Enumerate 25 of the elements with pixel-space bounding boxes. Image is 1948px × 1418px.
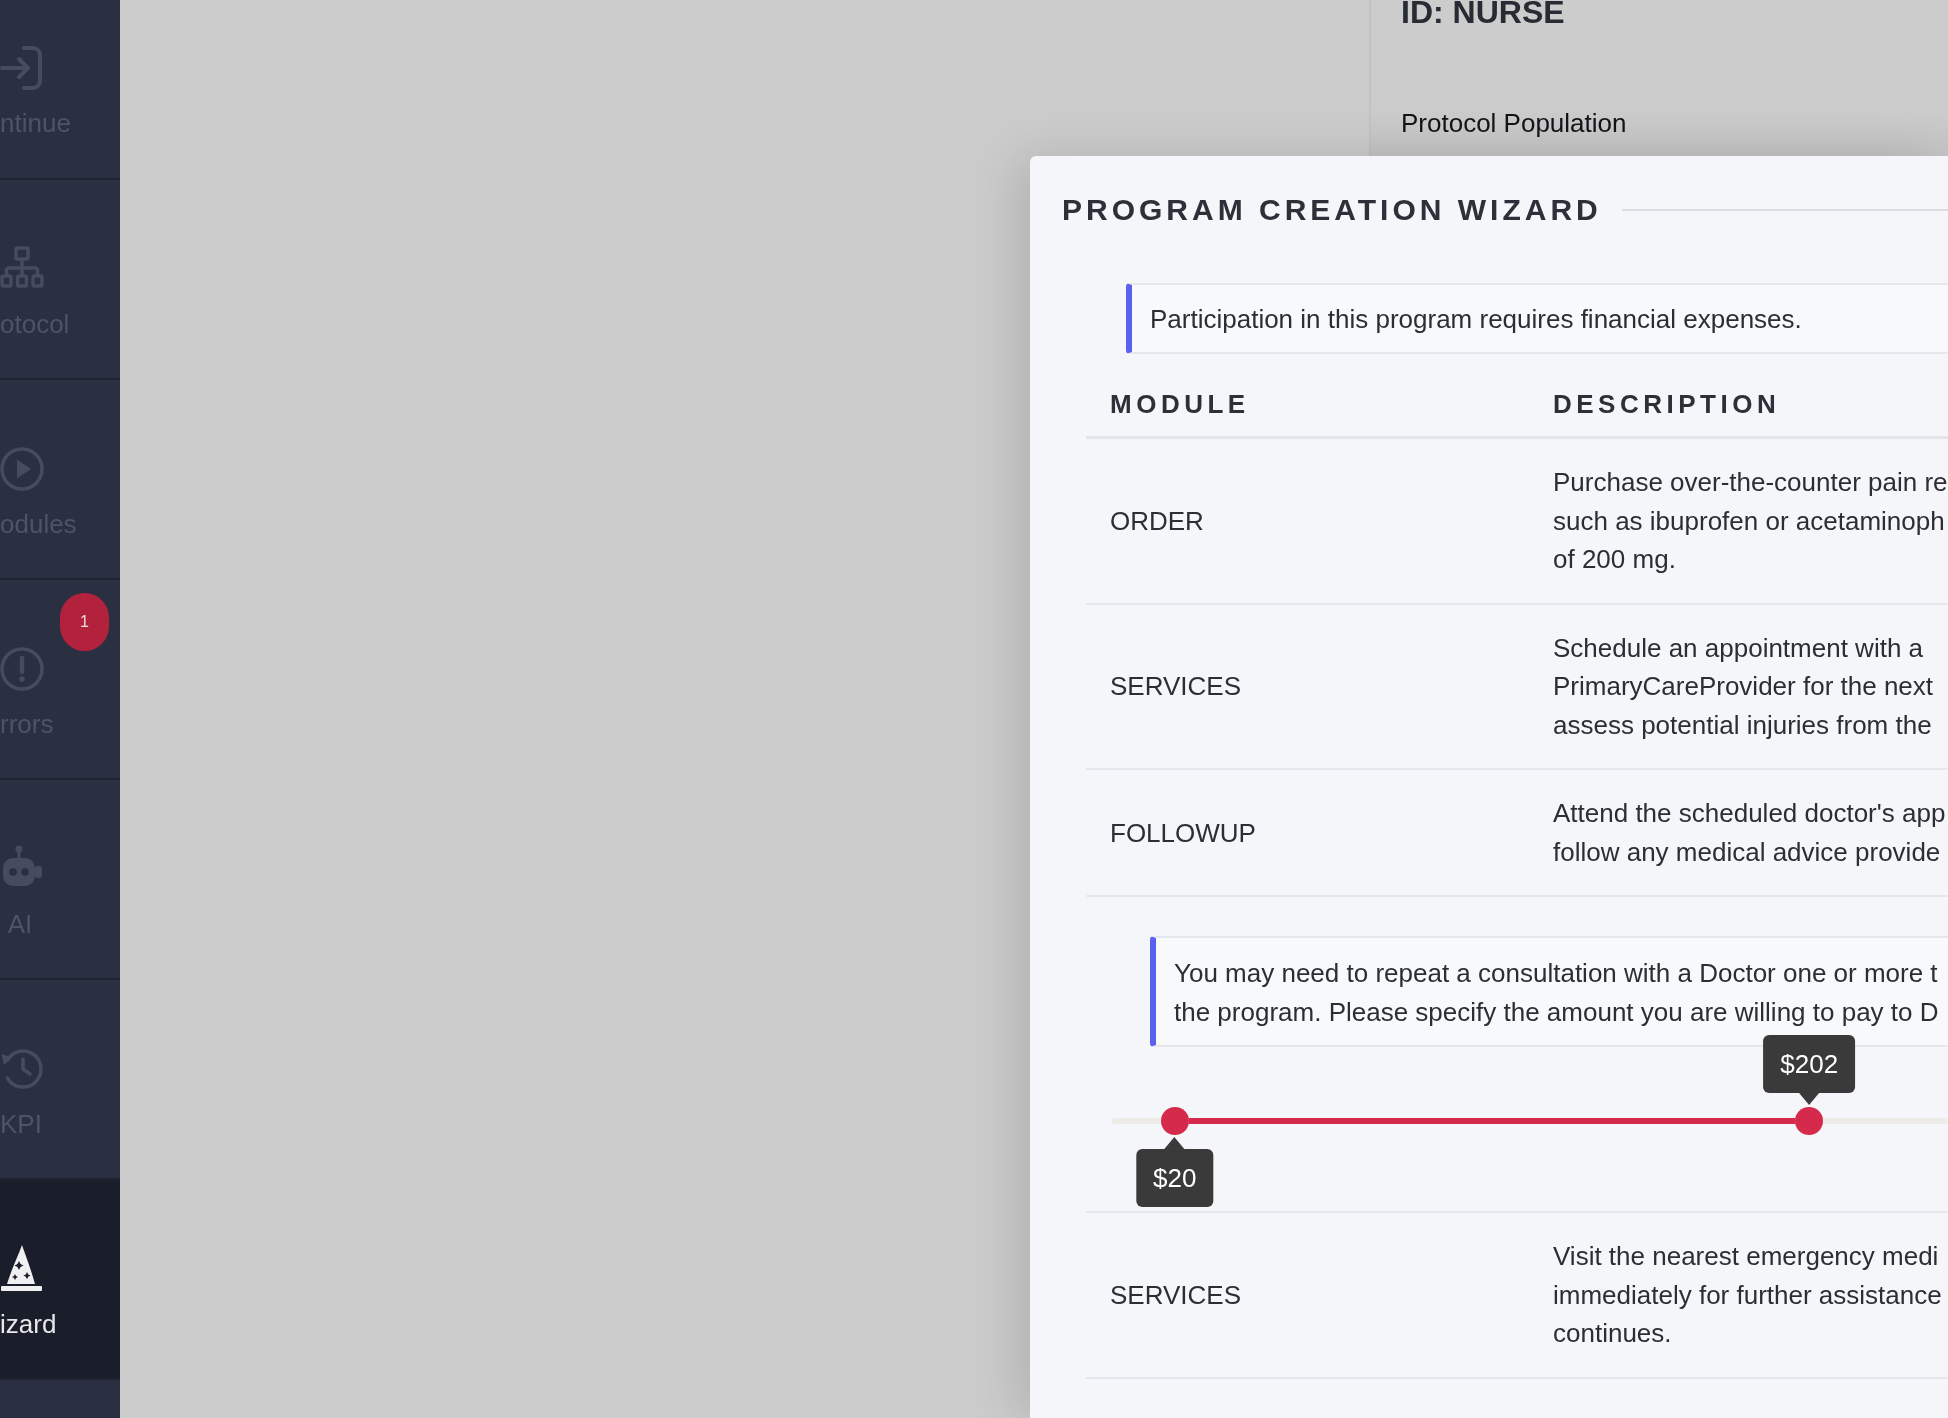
module-description: Purchase over-the-counter pain re such as ibuprofen or acetaminoph of 200 mg. xyxy=(1552,466,1948,576)
alert-circle-icon xyxy=(0,644,44,694)
play-circle-icon xyxy=(0,444,44,494)
module-name: FOLLOWUP xyxy=(1109,817,1257,848)
section-label: Protocol Population xyxy=(1401,107,1628,138)
sign-in-icon xyxy=(0,43,44,93)
dialog-title: PROGRAM CREATION WIZARD xyxy=(1062,192,1602,228)
sidebar-item[interactable]: izard xyxy=(0,1180,120,1378)
value-tooltip: $20 xyxy=(1136,1137,1214,1207)
module-name: SERVICES xyxy=(1109,1279,1242,1310)
wizard-hat-icon xyxy=(0,1244,44,1294)
slider-handle[interactable] xyxy=(1160,1107,1189,1135)
page-heading: ID: NURSE xyxy=(1401,0,1566,26)
column-header: MODULE xyxy=(1109,388,1251,421)
value-tooltip: $202 xyxy=(1763,1035,1856,1105)
notice-callout: You may need to repeat a consultation with a Doctor one or more t the program. Please specify the amount you are willing to pay to D xyxy=(1150,936,1948,1047)
module-name: ORDER xyxy=(1109,505,1205,536)
column-header: DESCRIPTION xyxy=(1552,388,1782,421)
module-description: Attend the scheduled doctor's app follow any medical advice provide xyxy=(1552,797,1947,869)
module-description: Schedule an appointment with a PrimaryCareProvider for the next assess potential injuries from the xyxy=(1552,631,1935,742)
module-name: SERVICES xyxy=(1109,671,1242,702)
module-description: Visit the nearest emergency medi immediately for further assistance continues. xyxy=(1552,1240,1943,1350)
notice-callout: Participation in this program requires financial expenses. xyxy=(1126,283,1948,354)
notification-badge: 1 xyxy=(60,593,109,651)
slider-handle[interactable] xyxy=(1795,1107,1824,1135)
